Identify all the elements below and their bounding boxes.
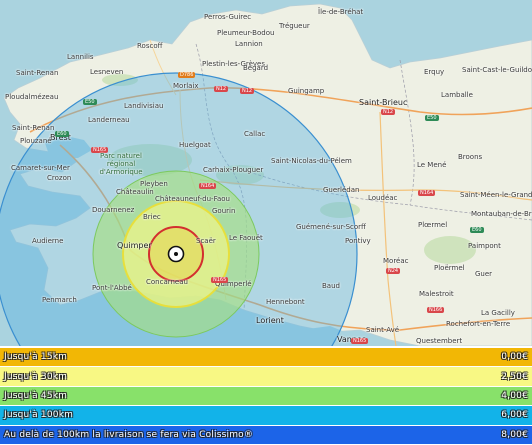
place-label: Bégard [243, 64, 269, 72]
road-shield: N164 [418, 190, 436, 196]
road-shield: N12 [214, 86, 229, 92]
place-label: Scaër [196, 237, 216, 245]
place-label: Montauban-de-Bretagne [471, 210, 532, 218]
road-shield: E60 [55, 131, 69, 137]
legend-label: Jusqu'à 45km [4, 390, 68, 401]
place-label: Châteaulin [116, 188, 154, 196]
legend-row: Jusqu'à 15km 0,00€ [0, 348, 532, 367]
place-label: Saint-Renan [16, 69, 59, 77]
legend-label: Au delà de 100km la livraison se fera vi… [4, 429, 254, 440]
road-shield: E60 [470, 227, 484, 233]
road-shield: N165 [351, 338, 369, 344]
legend-label: Jusqu'à 15km [4, 352, 68, 363]
road-shield: E50 [425, 115, 439, 121]
place-label: Briec [143, 213, 161, 221]
road-shield: D786 [178, 72, 196, 78]
place-label: Guerlédan [323, 186, 360, 194]
place-label: Loudéac [368, 194, 398, 202]
place-label: Pontivy [345, 237, 371, 245]
place-label: Crozon [47, 174, 72, 182]
place-label: Saint-Avé [366, 326, 400, 334]
road-shield: N12 [240, 88, 255, 94]
place-label: Paimpont [468, 242, 501, 250]
shop-location-dot [174, 252, 178, 256]
pricing-legend: Jusqu'à 15km 0,00€ Jusqu'à 30km 2,50€ Jusqu'… [0, 348, 532, 445]
place-label: Huelgoat [179, 141, 211, 149]
place-label: Pont-l'Abbé [92, 284, 132, 292]
place-label: Camaret-sur-Mer [11, 164, 70, 172]
place-label: Douarnenez [92, 206, 135, 214]
place-label: Le Faouët [229, 234, 263, 242]
delivery-zone-map: Perros-Guirec Île-de-Bréhat Trégueur Pleume… [0, 0, 532, 346]
place-label: Ploudalmézeau [5, 93, 59, 101]
place-label: Moréac [383, 257, 409, 265]
road-shield: N166 [427, 307, 445, 313]
legend-row: Au delà de 100km la livraison se fera vi… [0, 425, 532, 444]
place-label: Erquy [424, 68, 445, 76]
place-label: Lorient [256, 316, 284, 325]
place-label: Guer [475, 270, 493, 278]
road-shield: N164 [199, 183, 217, 189]
place-label: Guémené-sur-Scorff [296, 223, 366, 231]
place-label: Guingamp [288, 87, 325, 95]
place-label: Ploërmel [434, 264, 465, 272]
road-shield: E50 [83, 99, 97, 105]
legend-row: Jusqu'à 45km 4,00€ [0, 386, 532, 406]
place-label: Baud [322, 282, 340, 290]
legend-price: 0,00€ [501, 352, 528, 363]
place-label: Pleyben [140, 180, 168, 188]
place-label: Saint-Nicolas-du-Pélem [271, 157, 352, 165]
place-label: Plœrmel [418, 221, 448, 229]
place-label: Saint-Renan [12, 124, 55, 132]
legend-label: Jusqu'à 100km [4, 410, 74, 421]
place-label: Questembert [416, 337, 463, 345]
place-label: Broons [458, 153, 483, 161]
place-label: Lannion [235, 40, 263, 48]
place-label: Gourin [212, 207, 236, 215]
place-label: Le Mené [417, 161, 447, 169]
place-label: La Gacilly [481, 309, 515, 317]
park-label: Parc naturel régional d'Armorique [99, 152, 143, 176]
place-label: Malestroit [419, 290, 454, 298]
place-label: Landivisiau [124, 102, 164, 110]
road-shield: N12 [381, 109, 396, 115]
road-shield: N24 [386, 268, 401, 274]
place-label: Perros-Guirec [204, 13, 252, 21]
legend-label: Jusqu'à 30km [4, 371, 68, 382]
place-label: Quimper [117, 241, 152, 250]
legend-price: 8,00€ [501, 429, 528, 440]
place-label: Hennebont [266, 298, 305, 306]
place-label: Pleumeur-Bodou [217, 29, 275, 37]
legend-price: 2,50€ [501, 371, 528, 382]
legend-row: Jusqu'à 30km 2,50€ [0, 367, 532, 386]
place-label: Saint-Méen-le-Grand [460, 191, 532, 199]
place-label: Lesneven [90, 68, 124, 76]
place-label: Concarneau [146, 278, 188, 286]
place-label: Trégueur [279, 22, 310, 30]
place-label: Châteauneuf-du-Faou [155, 195, 230, 203]
place-label: Lamballe [441, 91, 473, 99]
place-label: Carhaix-Plouguer [203, 166, 264, 174]
place-label: Plouzané [20, 137, 52, 145]
place-label: Roscoff [137, 42, 163, 50]
place-label: Rochefort-en-Terre [446, 320, 511, 328]
place-label: Île-de-Bréhat [318, 8, 364, 16]
place-label: Penmarch [42, 296, 77, 304]
place-label: Morlaix [173, 82, 199, 90]
place-label: Callac [244, 130, 266, 138]
place-label: Landerneau [88, 116, 130, 124]
legend-price: 4,00€ [501, 390, 528, 401]
road-shield: N165 [211, 277, 229, 283]
legend-price: 6,00€ [501, 410, 528, 421]
legend-row: Jusqu'à 100km 6,00€ [0, 406, 532, 425]
place-label: Audierne [32, 237, 64, 245]
place-label: Lannilis [67, 53, 94, 61]
place-label: Saint-Cast-le-Guildo [462, 66, 532, 74]
place-label: Saint-Brieuc [359, 98, 408, 107]
